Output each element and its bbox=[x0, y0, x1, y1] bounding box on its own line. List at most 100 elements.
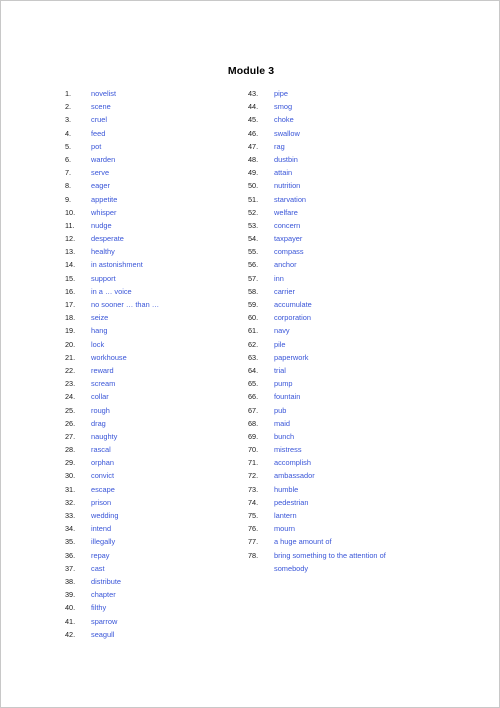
vocabulary-item: 10. whisper bbox=[63, 206, 233, 219]
item-word: workhouse bbox=[91, 352, 127, 362]
vocabulary-item: 46. swallow bbox=[246, 127, 461, 140]
item-number: 4. bbox=[65, 128, 72, 138]
item-number: 45. bbox=[248, 115, 259, 125]
item-word: lantern bbox=[274, 511, 297, 520]
item-number: 13. bbox=[65, 247, 76, 257]
item-word: sparrow bbox=[91, 616, 118, 626]
vocabulary-item: 52. welfare bbox=[246, 206, 461, 219]
item-word: trial bbox=[274, 365, 286, 375]
vocabulary-item: 22. reward bbox=[63, 364, 233, 377]
item-number: 36. bbox=[65, 550, 76, 560]
item-word: desperate bbox=[91, 234, 124, 244]
vocabulary-item: 71. accomplish bbox=[246, 456, 461, 469]
vocabulary-item: 48. dustbin bbox=[246, 153, 461, 166]
vocabulary-item: 55. compass bbox=[246, 245, 461, 258]
item-number: 10. bbox=[65, 207, 76, 217]
item-word: orphan bbox=[91, 458, 115, 468]
item-word: support bbox=[91, 273, 116, 283]
item-number: 19. bbox=[65, 326, 76, 336]
vocabulary-item: 67. pub bbox=[246, 404, 461, 417]
vocabulary-item: 17. no sooner … than … bbox=[63, 298, 233, 311]
vocabulary-item: 63. paperwork bbox=[246, 351, 461, 364]
item-word: lock bbox=[91, 339, 105, 349]
item-number: 71. bbox=[248, 458, 259, 468]
vocabulary-item: 3. cruel bbox=[63, 113, 233, 126]
item-word: drag bbox=[91, 418, 106, 428]
item-word: fountain bbox=[274, 392, 301, 402]
item-number: 75. bbox=[248, 511, 259, 520]
item-word: welfare bbox=[274, 207, 298, 217]
item-number: 48. bbox=[248, 154, 259, 164]
item-word: inn bbox=[274, 273, 284, 283]
vocabulary-item: 56. anchor bbox=[246, 258, 461, 271]
item-word: in a … voice bbox=[91, 286, 132, 296]
item-word: cruel bbox=[91, 115, 108, 125]
vocabulary-item: 16. in a … voice bbox=[63, 285, 233, 298]
vocabulary-item: 36. repay bbox=[63, 549, 233, 562]
item-word: swallow bbox=[274, 128, 300, 138]
item-number: 37. bbox=[65, 563, 76, 573]
vocabulary-item: 27. naughty bbox=[63, 430, 233, 443]
vocabulary-item: 54. taxpayer bbox=[246, 232, 461, 245]
vocabulary-item: 34. intend bbox=[63, 522, 233, 535]
vocabulary-item: 2. scene bbox=[63, 100, 233, 113]
vocabulary-item: 70. mistress bbox=[246, 443, 461, 456]
item-word: starvation bbox=[274, 194, 307, 204]
item-number: 58. bbox=[248, 286, 259, 296]
vocabulary-item: 11. nudge bbox=[63, 219, 233, 232]
item-word: pedestrian bbox=[274, 497, 309, 507]
vocabulary-item: 64. trial bbox=[246, 364, 461, 377]
vocabulary-item: 12. desperate bbox=[63, 232, 233, 245]
item-word: carrier bbox=[274, 286, 295, 296]
vocabulary-item: 33. wedding bbox=[63, 509, 233, 522]
item-word: anchor bbox=[274, 260, 297, 270]
vocabulary-item: 59. accumulate bbox=[246, 298, 461, 311]
document-page: Module 3 1. novelist 2. scene 3. cruel 4. feed 5… bbox=[0, 0, 500, 708]
vocabulary-item: 40. filthy bbox=[63, 601, 233, 614]
item-word: convict bbox=[91, 471, 115, 481]
item-word: nudge bbox=[91, 220, 112, 230]
item-number: 8. bbox=[65, 181, 72, 191]
vocabulary-item: 53. concern bbox=[246, 219, 461, 232]
vocabulary-item: 1. novelist bbox=[63, 87, 233, 100]
vocabulary-item: 49. attain bbox=[246, 166, 461, 179]
item-word: mistress bbox=[274, 445, 302, 455]
item-word: scream bbox=[91, 379, 116, 389]
item-word: serve bbox=[91, 168, 110, 178]
item-word: pub bbox=[274, 405, 287, 415]
item-number: 61. bbox=[248, 326, 259, 336]
item-number: 15. bbox=[65, 273, 76, 283]
vocabulary-column-right: 43. pipe 44. smog 45. choke 46. swallow 47. rag 48… bbox=[246, 87, 461, 575]
vocabulary-item: 57. inn bbox=[246, 272, 461, 285]
item-number: 68. bbox=[248, 418, 259, 428]
item-number: 77. bbox=[248, 537, 259, 547]
vocabulary-item: 73. humble bbox=[246, 483, 461, 496]
item-number: 18. bbox=[65, 313, 76, 323]
item-word: corporation bbox=[274, 313, 311, 323]
item-word: in astonishment bbox=[91, 260, 143, 270]
item-number: 3. bbox=[65, 115, 72, 125]
page-title: Module 3 bbox=[227, 65, 275, 77]
item-word: warden bbox=[91, 154, 116, 164]
item-number: 39. bbox=[65, 590, 76, 600]
item-number: 54. bbox=[248, 234, 259, 244]
item-number: 34. bbox=[65, 524, 76, 534]
item-word: escape bbox=[91, 484, 115, 494]
item-number: 64. bbox=[248, 365, 259, 375]
item-number: 5. bbox=[65, 141, 72, 151]
item-word: filthy bbox=[91, 603, 107, 613]
item-number: 76. bbox=[248, 524, 259, 534]
item-word: cast bbox=[91, 563, 105, 573]
vocabulary-item: 72. ambassador bbox=[246, 469, 461, 482]
item-word: taxpayer bbox=[274, 234, 303, 244]
vocabulary-item: 51. starvation bbox=[246, 193, 461, 206]
vocabulary-item: 28. rascal bbox=[63, 443, 233, 456]
vocabulary-item: 30. convict bbox=[63, 469, 233, 482]
vocabulary-item: 50. nutrition bbox=[246, 179, 461, 192]
vocabulary-item: 5. pot bbox=[63, 140, 233, 153]
item-word: choke bbox=[274, 115, 294, 125]
vocabulary-item: 60. corporation bbox=[246, 311, 461, 324]
vocabulary-item: 74. pedestrian bbox=[246, 496, 461, 509]
item-number: 49. bbox=[248, 168, 259, 178]
item-number: 22. bbox=[65, 365, 76, 375]
